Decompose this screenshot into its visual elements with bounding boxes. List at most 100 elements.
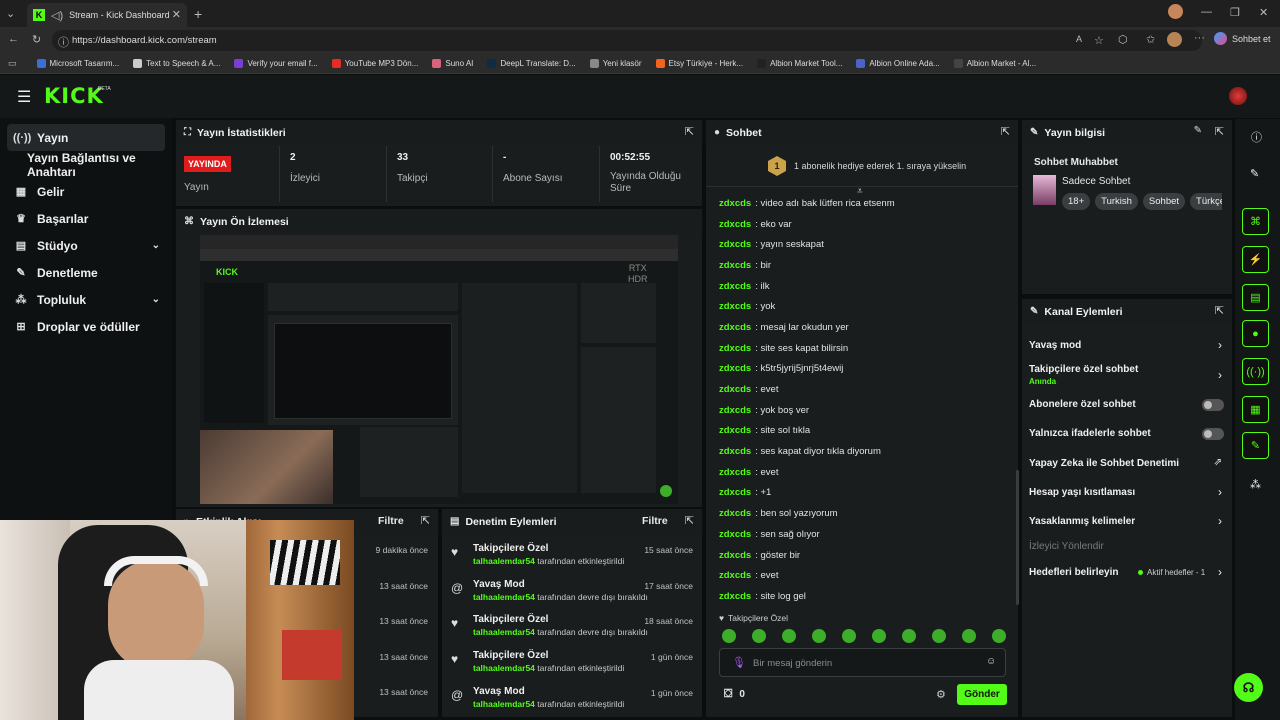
popout-icon[interactable]: ⇱ xyxy=(1215,125,1224,138)
popout-icon[interactable]: ⇱ xyxy=(685,514,694,527)
chat-username[interactable]: zdxcds xyxy=(719,260,751,271)
minimize-icon[interactable]: — xyxy=(1201,6,1212,18)
kick-logo[interactable]: KICK xyxy=(44,84,104,108)
chat-settings-icon[interactable]: ⚙ xyxy=(936,688,946,701)
slow-mode-item[interactable]: Yavaş mod xyxy=(1029,340,1081,351)
bookmark-item[interactable]: Verify your email f... xyxy=(234,59,318,68)
rail-bolt-button[interactable]: ⚡ xyxy=(1242,246,1269,273)
chevron-down-icon[interactable]: ⌄ xyxy=(152,240,160,251)
external-link-icon[interactable]: ⇗ xyxy=(1214,457,1222,468)
extensions-icon[interactable]: ⬡ xyxy=(1118,33,1128,46)
channel-points[interactable]: ⛋ 0 xyxy=(724,688,745,701)
sidebar-item-studyo[interactable]: ▤ Stüdyo ⌄ xyxy=(0,232,172,259)
rail-notes-button[interactable]: ▤ xyxy=(1242,284,1269,311)
emote-icon[interactable] xyxy=(872,629,886,643)
tag-pill[interactable]: 18+ xyxy=(1062,193,1091,210)
site-info-icon[interactable]: ⓘ xyxy=(58,34,69,50)
chat-username[interactable]: zdxcds xyxy=(719,570,751,581)
chat-username[interactable]: zdxcds xyxy=(719,301,751,312)
sidebar-item-yayin[interactable]: ((·)) Yayın xyxy=(7,124,165,151)
bookmark-item[interactable]: Albion Market - Al... xyxy=(953,59,1036,68)
banned-words-item[interactable]: Yasaklanmış kelimeler xyxy=(1029,516,1135,527)
emote-icon[interactable] xyxy=(902,629,916,643)
close-tab-icon[interactable]: ✕ xyxy=(172,8,181,21)
favorite-icon[interactable]: ☆ xyxy=(1094,34,1104,47)
bookmark-item[interactable]: Yeni klasör xyxy=(589,59,642,68)
rail-moderation-button[interactable]: ▦ xyxy=(1242,396,1269,423)
emote-icon[interactable] xyxy=(992,629,1006,643)
chevron-right-icon[interactable]: › xyxy=(1218,565,1222,579)
tag-pill[interactable]: Sohbet xyxy=(1142,193,1186,210)
bookmark-item[interactable]: Etsy Türkiye - Herk... xyxy=(655,59,743,68)
ai-moderation-item[interactable]: Yapay Zeka ile Sohbet Denetimi xyxy=(1029,458,1179,469)
moderation-item-user[interactable]: talhaalemdar54 xyxy=(473,663,535,673)
bookmark-item[interactable]: Suno AI xyxy=(432,59,473,68)
user-avatar[interactable] xyxy=(1229,87,1247,105)
favorites-icon[interactable]: ✩ xyxy=(1146,33,1155,46)
subs-only-toggle[interactable] xyxy=(1202,399,1224,411)
chat-username[interactable]: zdxcds xyxy=(719,281,751,292)
emote-icon[interactable] xyxy=(722,629,736,643)
bookmark-item[interactable]: Albion Market Tool... xyxy=(757,59,842,68)
sidebar-item-basarilar[interactable]: ♛ Başarılar xyxy=(0,205,172,232)
followers-only-item[interactable]: Takipçilere özel sohbet xyxy=(1029,364,1138,375)
chat-username[interactable]: zdxcds xyxy=(719,363,751,374)
chat-username[interactable]: zdxcds xyxy=(719,425,751,436)
profile-avatar[interactable] xyxy=(1168,4,1183,19)
copilot-button[interactable]: Sohbet et xyxy=(1214,32,1271,45)
chat-username[interactable]: zdxcds xyxy=(719,239,751,250)
set-goals-item[interactable]: Hedefleri belirleyin xyxy=(1029,567,1118,578)
chat-username[interactable]: zdxcds xyxy=(719,508,751,519)
popout-icon[interactable]: ⇱ xyxy=(1001,125,1010,138)
send-button[interactable]: Gönder xyxy=(957,684,1007,705)
moderation-item-user[interactable]: talhaalemdar54 xyxy=(473,627,535,637)
chat-username[interactable]: zdxcds xyxy=(719,487,751,498)
emote-icon[interactable] xyxy=(932,629,946,643)
chat-username[interactable]: zdxcds xyxy=(719,550,751,561)
tag-pill[interactable]: Türkçe xyxy=(1190,193,1222,210)
sidebar-item-stream-key[interactable]: Yayın Bağlantısı ve Anahtarı xyxy=(0,151,172,179)
emote-icon[interactable] xyxy=(812,629,826,643)
chat-input[interactable]: 🎙 Bir mesaj gönderin ☺ xyxy=(719,648,1006,677)
bookmark-item[interactable]: Albion Online Ada... xyxy=(856,59,940,68)
bookmark-item[interactable]: DeepL Translate: D... xyxy=(487,59,576,68)
rail-tools-button[interactable]: ✎ xyxy=(1242,432,1269,459)
bookmark-item[interactable]: Text to Speech & A... xyxy=(133,59,220,68)
chevron-right-icon[interactable]: › xyxy=(1218,514,1222,528)
url-field[interactable]: ⓘ https://dashboard.kick.com/stream A ☆ xyxy=(52,30,1202,51)
maximize-icon[interactable]: ❐ xyxy=(1230,6,1240,19)
sidebar-toggle-icon[interactable]: ▭ xyxy=(8,58,17,69)
chat-username[interactable]: zdxcds xyxy=(719,529,751,540)
info-icon[interactable]: ⓘ xyxy=(1251,129,1262,145)
sidebar-item-topluluk[interactable]: ⁂ Topluluk ⌄ xyxy=(0,286,172,313)
popout-icon[interactable]: ⇱ xyxy=(421,514,430,527)
chat-username[interactable]: zdxcds xyxy=(719,322,751,333)
back-icon[interactable]: ← xyxy=(8,33,19,45)
moderation-item-user[interactable]: talhaalemdar54 xyxy=(473,556,535,566)
chat-username[interactable]: zdxcds xyxy=(719,446,751,457)
edit-icon[interactable]: ✎ xyxy=(1194,125,1202,136)
chat-username[interactable]: zdxcds xyxy=(719,467,751,478)
chevron-right-icon[interactable]: › xyxy=(1218,485,1222,499)
popout-icon[interactable]: ⇱ xyxy=(1215,304,1224,317)
pencil-icon[interactable]: ✎ xyxy=(1250,167,1259,180)
chat-scrollbar[interactable] xyxy=(1016,470,1019,605)
close-window-icon[interactable]: ✕ xyxy=(1259,6,1268,19)
emote-icon[interactable] xyxy=(842,629,856,643)
emote-icon[interactable] xyxy=(752,629,766,643)
preview-video[interactable]: KICK RTX HDR xyxy=(200,235,678,504)
gift-banner[interactable]: 1 1 abonelik hediye ederek 1. sıraya yük… xyxy=(768,156,1008,176)
account-avatar[interactable] xyxy=(1167,32,1182,47)
popout-icon[interactable]: ⇱ xyxy=(685,125,694,138)
activity-filter-button[interactable]: Filtre xyxy=(378,515,404,527)
sidebar-item-droplar[interactable]: ⊞ Droplar ve ödüller xyxy=(0,313,172,340)
new-tab-icon[interactable]: + xyxy=(194,6,202,22)
menu-icon[interactable]: ☰ xyxy=(17,87,31,107)
read-aloud-icon[interactable]: A xyxy=(1076,34,1082,44)
rail-chat-button[interactable]: ● xyxy=(1242,320,1269,347)
chat-username[interactable]: zdxcds xyxy=(719,198,751,209)
browser-tab[interactable]: K ◁) Stream - Kick Dashboard ✕ xyxy=(27,3,187,27)
emote-icon[interactable] xyxy=(782,629,796,643)
moderation-item-user[interactable]: talhaalemdar54 xyxy=(473,699,535,709)
chat-username[interactable]: zdxcds xyxy=(719,219,751,230)
